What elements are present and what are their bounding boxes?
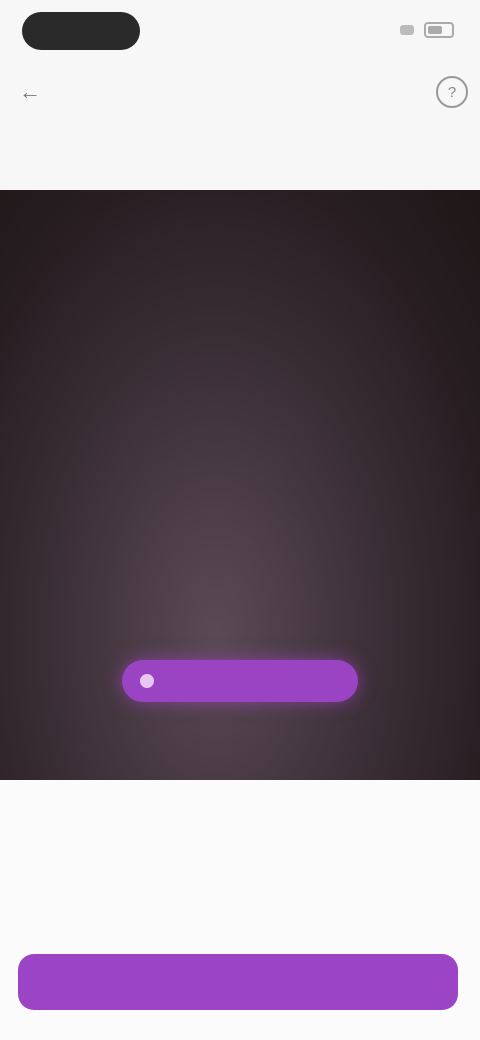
page-title bbox=[110, 82, 370, 102]
status-time bbox=[22, 12, 140, 50]
detection-chip[interactable] bbox=[122, 660, 358, 702]
back-button[interactable]: ← bbox=[14, 76, 46, 108]
status-dot-icon bbox=[140, 674, 154, 688]
camera-viewfinder[interactable] bbox=[0, 190, 480, 780]
help-icon: ? bbox=[447, 83, 457, 101]
arrow-left-icon: ← bbox=[19, 79, 41, 104]
signal-icon bbox=[400, 25, 414, 35]
app-bar: ← ? bbox=[0, 64, 480, 120]
bottom-card bbox=[0, 780, 480, 1040]
status-icons bbox=[400, 18, 454, 42]
help-button[interactable]: ? bbox=[436, 76, 468, 108]
primary-action-button[interactable] bbox=[18, 954, 458, 1010]
battery-icon bbox=[424, 22, 454, 38]
card-description bbox=[24, 850, 444, 918]
card-title bbox=[24, 806, 264, 834]
status-bar bbox=[0, 0, 480, 64]
